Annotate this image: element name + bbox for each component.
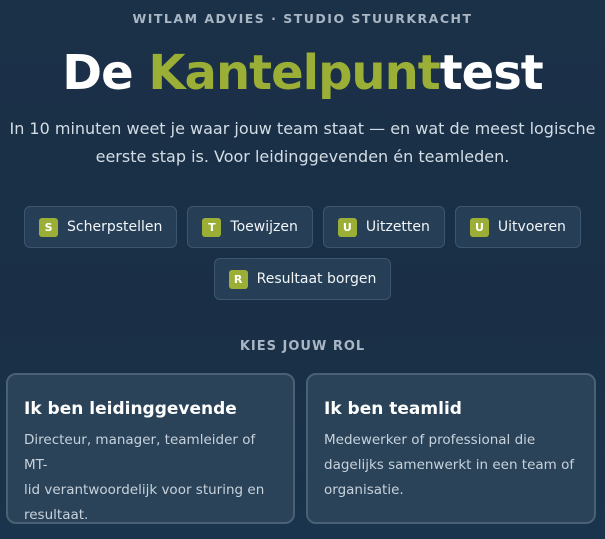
role-card-title: Ik ben leidinggevende [24, 399, 237, 419]
page-title: De Kantelpunttest [0, 40, 605, 106]
step-letter-badge: T [202, 217, 222, 237]
intro-line-2: eerste stap is. Voor leidinggevenden én … [95, 147, 510, 166]
role-card-description-line: Medewerker of professional die [324, 432, 536, 448]
step-letter-badge: U [469, 217, 489, 237]
role-card-description-line: organisatie. [324, 482, 404, 498]
role-card-description-line: Directeur, manager, teamleider of MT- [24, 432, 256, 473]
role-card-title: Ik ben teamlid [324, 399, 462, 419]
role-section-label: KIES JOUW ROL [239, 339, 366, 354]
step-label: Uitzetten [365, 219, 430, 235]
step-chip-resultaat-borgen: R Resultaat borgen [213, 258, 392, 300]
role-card-teamlid[interactable]: Ik ben teamlid Medewerker of professiona… [306, 373, 596, 524]
step-label: Uitvoeren [497, 219, 566, 235]
title-accent: Kantelpunt [148, 45, 440, 101]
role-card-description-line: resultaat. [24, 507, 89, 523]
step-chip-uitvoeren: U Uitvoeren [454, 206, 581, 248]
step-chip-scherpstellen: S Scherpstellen [24, 206, 178, 248]
step-chip-uitzetten: U Uitzetten [322, 206, 445, 248]
step-letter-badge: R [228, 269, 248, 289]
role-card-description: Directeur, manager, teamleider of MT- li… [24, 428, 277, 528]
step-label: Toewijzen [230, 219, 298, 235]
step-label: Scherpstellen [67, 219, 163, 235]
step-chips: S Scherpstellen T Toewijzen U Uitzetten … [20, 206, 585, 300]
title-part-2: test [439, 45, 544, 101]
brand-label: WITLAM ADVIES · STUDIO STUURKRACHT [132, 11, 473, 26]
step-chip-toewijzen: T Toewijzen [187, 206, 313, 248]
step-letter-badge: U [337, 217, 357, 237]
step-label: Resultaat borgen [256, 271, 377, 287]
role-card-description: Medewerker of professional die dagelijks… [324, 428, 578, 503]
role-card-description-line: lid verantwoordelijk voor sturing en [24, 482, 265, 498]
intro-text: In 10 minuten weet je waar jouw team sta… [6, 115, 599, 171]
title-part-1: De [62, 45, 149, 101]
role-card-description-line: dagelijks samenwerkt in een team of [324, 457, 575, 473]
step-letter-badge: S [39, 217, 59, 237]
intro-line-1: In 10 minuten weet je waar jouw team sta… [9, 119, 596, 138]
role-card-leidinggevende[interactable]: Ik ben leidinggevende Directeur, manager… [6, 373, 295, 524]
